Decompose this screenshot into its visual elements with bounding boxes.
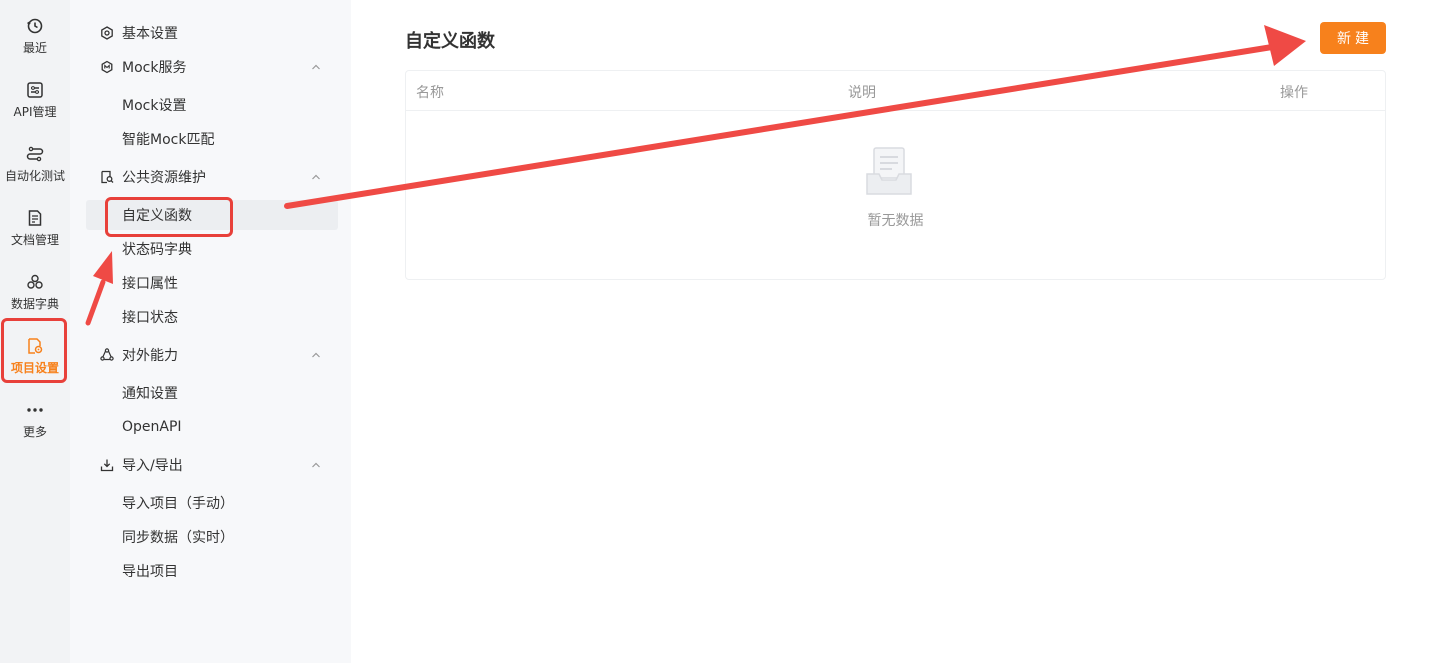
rail-label: API管理 — [13, 104, 57, 119]
chevron-up-icon[interactable] — [310, 171, 322, 183]
subnav-item-openapi[interactable]: OpenAPI — [86, 412, 338, 442]
rail-item-more[interactable]: 更多 — [0, 392, 70, 448]
empty-state-text: 暂无数据 — [867, 213, 924, 229]
rail-label: 更多 — [22, 424, 47, 439]
subnav-label: 导入/导出 — [122, 458, 183, 474]
automation-icon — [26, 145, 44, 163]
api-icon — [26, 81, 44, 99]
subnav-item-mock-settings[interactable]: Mock设置 — [86, 90, 338, 120]
subnav-item-sync-data[interactable]: 同步数据（实时） — [86, 522, 338, 552]
subnav-item-api-status[interactable]: 接口状态 — [86, 302, 338, 332]
subnav-group-import-export[interactable]: 导入/导出 — [100, 454, 322, 476]
subnav-group-public-resources[interactable]: 公共资源维护 — [100, 166, 322, 188]
subnav-item-import-project[interactable]: 导入项目（手动） — [86, 488, 338, 518]
table-header: 名称 说明 操作 — [406, 71, 1385, 111]
column-header-name: 名称 — [416, 85, 444, 101]
subnav-item-notification[interactable]: 通知设置 — [86, 378, 338, 408]
empty-inbox-icon — [866, 147, 912, 195]
subnav-label: 基本设置 — [122, 26, 178, 42]
subnav-label: 公共资源维护 — [122, 170, 206, 186]
new-button[interactable]: 新建 — [1320, 22, 1386, 54]
rail-item-api[interactable]: API管理 — [0, 72, 70, 128]
subnav-item-export-project[interactable]: 导出项目 — [86, 556, 338, 586]
subnav-item-smart-mock[interactable]: 智能Mock匹配 — [86, 124, 338, 154]
data-dictionary-icon — [26, 273, 44, 291]
gear-icon — [100, 26, 114, 40]
subnav-group-mock[interactable]: Mock服务 — [100, 56, 322, 78]
subnav-item-api-attributes[interactable]: 接口属性 — [86, 268, 338, 298]
chevron-up-icon[interactable] — [310, 61, 322, 73]
import-icon — [100, 458, 114, 472]
subnav-item-status-codes[interactable]: 状态码字典 — [86, 234, 338, 264]
rail-item-documents[interactable]: 文档管理 — [0, 200, 70, 256]
column-header-description: 说明 — [848, 85, 876, 101]
more-icon — [26, 401, 44, 419]
functions-table: 名称 说明 操作 暂无数据 — [405, 70, 1386, 280]
document-icon — [26, 209, 44, 227]
history-icon — [26, 17, 44, 35]
share-icon — [100, 348, 114, 362]
rail-item-recent[interactable]: 最近 — [0, 8, 70, 64]
rail-label: 数据字典 — [10, 296, 59, 311]
rail-label: 最近 — [22, 40, 47, 55]
rail-label: 自动化测试 — [4, 168, 65, 183]
column-header-actions: 操作 — [1280, 85, 1308, 101]
subnav-basic-settings[interactable]: 基本设置 — [100, 22, 322, 44]
chevron-up-icon[interactable] — [310, 459, 322, 471]
annotation-highlight-box — [1, 318, 67, 383]
page-title: 自定义函数 — [405, 31, 495, 52]
subnav-group-external[interactable]: 对外能力 — [100, 344, 322, 366]
annotation-highlight-box — [105, 197, 233, 237]
mock-service-icon — [100, 60, 114, 74]
rail-item-data-dictionary[interactable]: 数据字典 — [0, 264, 70, 320]
rail-item-automation[interactable]: 自动化测试 — [0, 136, 70, 192]
rail-label: 文档管理 — [10, 232, 59, 247]
settings-subnav: 基本设置 Mock服务 Mock设置 智能Mock匹配 公共资源维护 自定义函数… — [70, 0, 351, 663]
resource-search-icon — [100, 170, 114, 184]
chevron-up-icon[interactable] — [310, 349, 322, 361]
subnav-label: Mock服务 — [122, 60, 187, 76]
subnav-label: 对外能力 — [122, 348, 178, 364]
